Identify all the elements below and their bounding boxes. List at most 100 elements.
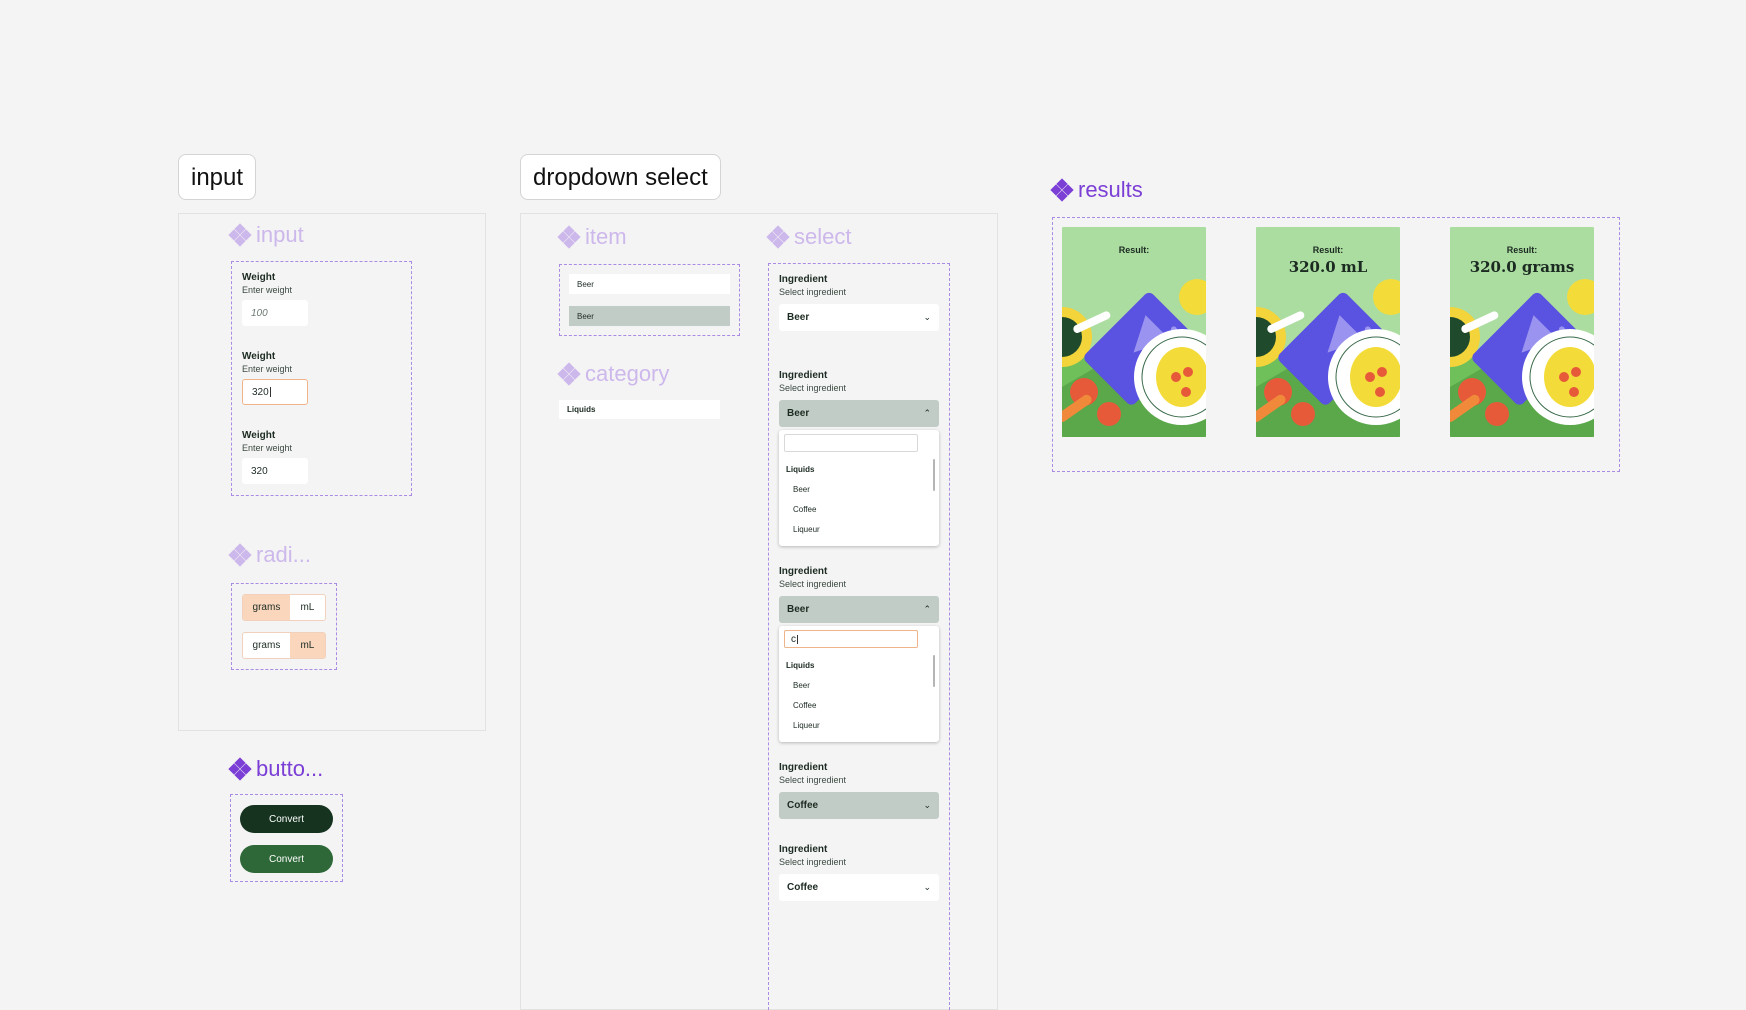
component-icon <box>557 362 581 386</box>
result-label: Result: <box>1506 245 1538 255</box>
select-helper: Select ingredient <box>779 287 847 297</box>
text-cursor <box>269 387 271 397</box>
component-icon <box>228 223 252 247</box>
field-helper: Enter weight <box>242 285 293 295</box>
field-label: Weight <box>242 272 276 283</box>
result-value: 320.0 grams <box>1469 258 1575 276</box>
item-variants: Beer Beer <box>559 264 740 336</box>
convert-button-hover[interactable]: Convert <box>240 845 333 873</box>
ingredient-select-open[interactable]: Beer ⌃ <box>779 596 939 623</box>
component-icon <box>228 543 252 567</box>
field-helper: Enter weight <box>242 364 293 374</box>
component-icon <box>1050 178 1074 202</box>
dropdown-menu: c Liquids Beer Coffee Liqueur <box>779 626 939 742</box>
ingredient-select-hover[interactable]: Coffee ⌄ <box>779 792 939 819</box>
component-title-item-label: item <box>585 224 627 249</box>
component-title-results-label: results <box>1078 177 1143 202</box>
field-label: Weight <box>242 351 276 362</box>
select-label: Ingredient <box>779 370 828 381</box>
dropdown-option-beer[interactable]: Beer <box>793 681 810 690</box>
result-label: Result: <box>1118 245 1150 255</box>
select-value: Beer <box>787 604 810 615</box>
component-title-category[interactable]: category <box>557 361 670 387</box>
weight-input-filled[interactable]: 320 <box>242 458 308 484</box>
dropdown-category: Liquids <box>786 661 815 670</box>
component-icon <box>766 225 790 249</box>
component-title-item[interactable]: item <box>557 224 627 250</box>
component-icon <box>228 757 252 781</box>
component-title-results[interactable]: results <box>1050 177 1143 203</box>
convert-button[interactable]: Convert <box>240 805 333 833</box>
ingredient-select[interactable]: Coffee ⌄ <box>779 874 939 901</box>
dropdown-option-beer[interactable]: Beer <box>793 485 810 494</box>
select-helper: Select ingredient <box>779 775 847 785</box>
chevron-down-icon: ⌄ <box>923 312 931 322</box>
chevron-up-icon: ⌃ <box>923 408 931 418</box>
select-helper: Select ingredient <box>779 579 847 589</box>
result-card: Result: <box>1062 227 1206 437</box>
field-label: Weight <box>242 430 276 441</box>
component-icon <box>557 225 581 249</box>
text-cursor <box>797 634 798 644</box>
dropdown-search-input[interactable]: c <box>784 630 918 648</box>
component-title-radio-label: radi... <box>256 542 312 567</box>
dropdown-menu: Liquids Beer Coffee Liqueur <box>779 430 939 546</box>
dropdown-search-input[interactable] <box>784 434 918 452</box>
select-helper: Select ingredient <box>779 857 847 867</box>
select-value: Coffee <box>787 882 819 893</box>
radio-variants: grams mL grams mL <box>231 583 337 670</box>
unit-option-ml[interactable]: mL <box>289 633 325 658</box>
component-title-input-label: input <box>256 222 304 247</box>
dropdown-item[interactable]: Beer <box>569 274 730 294</box>
search-value: c <box>791 633 796 645</box>
dropdown-option-liqueur[interactable]: Liqueur <box>793 721 820 730</box>
unit-toggle[interactable]: grams mL <box>242 594 326 621</box>
result-card: Result: 320.0 grams <box>1450 227 1594 437</box>
component-title-button[interactable]: butto... <box>228 756 324 782</box>
weight-input-value: 320 <box>252 386 269 398</box>
dropdown-scrollbar[interactable] <box>933 655 935 687</box>
component-title-radio[interactable]: radi... <box>228 542 312 568</box>
select-label: Ingredient <box>779 274 828 285</box>
select-label: Ingredient <box>779 844 828 855</box>
ingredient-select-open[interactable]: Beer ⌃ <box>779 400 939 427</box>
component-title-category-label: category <box>585 361 670 386</box>
kitchen-illustration <box>1062 279 1206 437</box>
dropdown-item-hover[interactable]: Beer <box>569 306 730 326</box>
button-variants: Convert Convert <box>230 794 343 882</box>
weight-input-focused[interactable]: 320 <box>242 379 308 405</box>
unit-option-ml[interactable]: mL <box>290 595 325 620</box>
component-title-input[interactable]: input <box>228 222 304 248</box>
dropdown-category: Liquids <box>786 465 815 474</box>
select-label: Ingredient <box>779 566 828 577</box>
unit-option-grams[interactable]: grams <box>243 595 290 620</box>
select-value: Coffee <box>787 800 819 811</box>
select-variants: Ingredient Select ingredient Beer ⌄ Ingr… <box>768 263 950 1010</box>
ingredient-select[interactable]: Beer ⌄ <box>779 304 939 331</box>
field-helper: Enter weight <box>242 443 293 453</box>
section-tag-dropdown-select[interactable]: dropdown select <box>520 154 721 200</box>
dropdown-category: Liquids <box>559 400 720 419</box>
dropdown-scrollbar[interactable] <box>933 459 935 491</box>
component-title-select[interactable]: select <box>766 224 852 250</box>
chevron-down-icon: ⌄ <box>923 882 931 892</box>
component-title-select-label: select <box>794 224 852 249</box>
dropdown-option-coffee[interactable]: Coffee <box>793 701 816 710</box>
dropdown-option-liqueur[interactable]: Liqueur <box>793 525 820 534</box>
select-helper: Select ingredient <box>779 383 847 393</box>
select-value: Beer <box>787 312 810 323</box>
result-value: 320.0 mL <box>1288 258 1368 276</box>
dropdown-option-coffee[interactable]: Coffee <box>793 505 816 514</box>
unit-option-grams[interactable]: grams <box>243 633 290 658</box>
result-card: Result: 320.0 mL <box>1256 227 1400 437</box>
section-tag-input[interactable]: input <box>178 154 257 200</box>
result-label: Result: <box>1312 245 1344 255</box>
input-variants: Weight Enter weight 100 Weight Enter wei… <box>231 261 412 496</box>
chevron-down-icon: ⌄ <box>923 800 931 810</box>
component-title-button-label: butto... <box>256 756 324 781</box>
unit-toggle[interactable]: grams mL <box>242 632 326 659</box>
weight-input-placeholder[interactable]: 100 <box>242 300 308 326</box>
select-value: Beer <box>787 408 810 419</box>
select-label: Ingredient <box>779 762 828 773</box>
chevron-up-icon: ⌃ <box>923 604 931 614</box>
